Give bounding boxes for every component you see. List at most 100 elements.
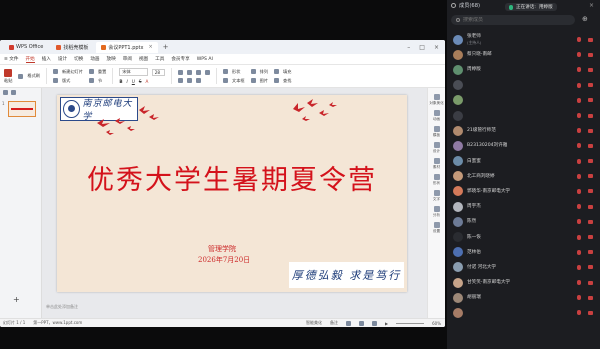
- shapes-button[interactable]: 形状: [223, 69, 245, 75]
- mic-muted-icon[interactable]: [577, 158, 581, 164]
- slide[interactable]: 南京邮电大学 优秀大学生暑期夏令营 管理学院 2026年7月20日 厚德弘毅 求…: [57, 95, 407, 292]
- align-center-icon[interactable]: [187, 69, 193, 75]
- member-row[interactable]: 付诺 河北大学: [447, 260, 600, 275]
- menu-transition[interactable]: 切换: [74, 56, 83, 62]
- member-row[interactable]: 胡丽瑞: [447, 290, 600, 305]
- camera-off-icon[interactable]: [588, 143, 593, 148]
- tab-template[interactable]: 找稻壳模板: [51, 42, 93, 53]
- thumbnail-view-icon[interactable]: [11, 90, 16, 95]
- right-panel-text[interactable]: 文字: [433, 190, 440, 202]
- camera-off-icon[interactable]: [588, 310, 593, 315]
- member-row[interactable]: 甘笑笑-南京邮电大学: [447, 275, 600, 290]
- textbox-button[interactable]: 文本框: [223, 78, 245, 84]
- camera-off-icon[interactable]: [588, 189, 593, 194]
- camera-off-icon[interactable]: [588, 83, 593, 88]
- align-left-icon[interactable]: [178, 69, 184, 75]
- mic-muted-icon[interactable]: [577, 188, 581, 194]
- align-right-icon[interactable]: [196, 69, 202, 75]
- mic-muted-icon[interactable]: [577, 82, 581, 88]
- indent-icon[interactable]: [196, 77, 202, 83]
- minimize-icon[interactable]: –: [407, 44, 410, 51]
- member-row[interactable]: 郭晓华-南京邮电大学: [447, 184, 600, 199]
- menu-tools[interactable]: 工具: [155, 56, 164, 62]
- camera-off-icon[interactable]: [588, 174, 593, 179]
- close-icon[interactable]: ×: [434, 44, 439, 51]
- right-panel-shapes[interactable]: 形状: [433, 174, 440, 186]
- member-row[interactable]: 陈一恢: [447, 229, 600, 244]
- right-panel-analysis[interactable]: 分析: [433, 206, 440, 218]
- mic-muted-icon[interactable]: [577, 143, 581, 149]
- member-row[interactable]: 白蜜蜜: [447, 154, 600, 169]
- mic-muted-icon[interactable]: [577, 310, 581, 316]
- mic-muted-icon[interactable]: [577, 67, 581, 73]
- new-tab-button[interactable]: +: [163, 43, 169, 51]
- font-size-select[interactable]: 28: [151, 68, 166, 76]
- member-row[interactable]: 张老师 (主持人): [447, 32, 600, 47]
- format-painter-button[interactable]: 格式刷: [18, 73, 40, 79]
- camera-off-icon[interactable]: [588, 113, 593, 118]
- search-input[interactable]: [463, 17, 558, 23]
- right-panel-template[interactable]: 模板: [433, 126, 440, 138]
- sorter-view-icon[interactable]: [359, 320, 365, 326]
- paste-button[interactable]: 粘贴: [4, 68, 12, 84]
- fill-button[interactable]: 填充: [274, 69, 291, 75]
- arrange-button[interactable]: 排列: [250, 69, 268, 75]
- notes-toggle-button[interactable]: 备注: [330, 320, 338, 326]
- menu-file[interactable]: ≡ 文件: [4, 56, 19, 62]
- outline-view-icon[interactable]: [3, 90, 8, 95]
- menu-insert[interactable]: 插入: [42, 56, 51, 62]
- slide-title[interactable]: 优秀大学生暑期夏令营: [57, 158, 407, 197]
- camera-off-icon[interactable]: [588, 265, 593, 270]
- right-panel-beautify[interactable]: 对象美化: [429, 94, 444, 106]
- mic-muted-icon[interactable]: [577, 204, 581, 210]
- menu-wps-ai[interactable]: WPS AI: [197, 57, 213, 62]
- add-slide-button[interactable]: +: [13, 295, 20, 304]
- mic-muted-icon[interactable]: [577, 249, 581, 255]
- panel-close-icon[interactable]: ×: [589, 2, 594, 9]
- normal-view-icon[interactable]: [346, 320, 352, 326]
- mic-muted-icon[interactable]: [577, 37, 581, 43]
- member-row[interactable]: [447, 305, 600, 320]
- reading-view-icon[interactable]: [372, 320, 378, 326]
- numbered-list-icon[interactable]: [187, 77, 193, 83]
- right-panel-animation[interactable]: 动画: [433, 110, 440, 122]
- right-panel-settings[interactable]: 设置: [433, 222, 440, 234]
- font-color-icon[interactable]: A: [146, 79, 149, 84]
- underline-icon[interactable]: U: [132, 79, 135, 84]
- member-row[interactable]: 21级管行师范: [447, 123, 600, 138]
- mic-muted-icon[interactable]: [577, 173, 581, 179]
- notes-area[interactable]: 单击此处添加备注: [42, 304, 427, 310]
- maximize-icon[interactable]: □: [419, 44, 425, 51]
- mic-muted-icon[interactable]: [577, 264, 581, 270]
- add-member-icon[interactable]: ⊕: [582, 15, 588, 23]
- slide-thumbnail[interactable]: [8, 101, 36, 117]
- tab-wps-home[interactable]: WPS Office: [4, 42, 48, 53]
- member-row[interactable]: [447, 108, 600, 123]
- member-row[interactable]: B23130204刘许雅: [447, 138, 600, 153]
- zoom-slider[interactable]: [396, 322, 425, 324]
- bold-icon[interactable]: B: [119, 79, 122, 84]
- camera-off-icon[interactable]: [588, 295, 593, 300]
- camera-off-icon[interactable]: [588, 128, 593, 133]
- smart-beautify-button[interactable]: 智能美化: [306, 320, 322, 326]
- member-search[interactable]: [451, 15, 575, 25]
- menu-design[interactable]: 设计: [58, 56, 67, 62]
- mic-muted-icon[interactable]: [577, 234, 581, 240]
- picture-button[interactable]: 图片: [250, 78, 268, 84]
- camera-off-icon[interactable]: [588, 280, 593, 285]
- bullet-list-icon[interactable]: [178, 77, 184, 83]
- find-button[interactable]: 查找: [274, 78, 291, 84]
- member-row[interactable]: 周宇杰: [447, 199, 600, 214]
- menu-review[interactable]: 审阅: [123, 56, 132, 62]
- tab-document[interactable]: 会议PPT1.pptx ×: [96, 41, 158, 53]
- mic-muted-icon[interactable]: [577, 280, 581, 286]
- camera-off-icon[interactable]: [588, 250, 593, 255]
- mic-muted-icon[interactable]: [577, 113, 581, 119]
- menu-member[interactable]: 会员专享: [171, 56, 189, 62]
- new-slide-button[interactable]: 新建幻灯片: [52, 69, 83, 75]
- camera-off-icon[interactable]: [588, 37, 593, 42]
- mic-muted-icon[interactable]: [577, 97, 581, 103]
- slide-organization[interactable]: 管理学院: [208, 244, 236, 254]
- member-row[interactable]: 蔡只晓-南邮: [447, 47, 600, 62]
- member-row[interactable]: 范林伯: [447, 245, 600, 260]
